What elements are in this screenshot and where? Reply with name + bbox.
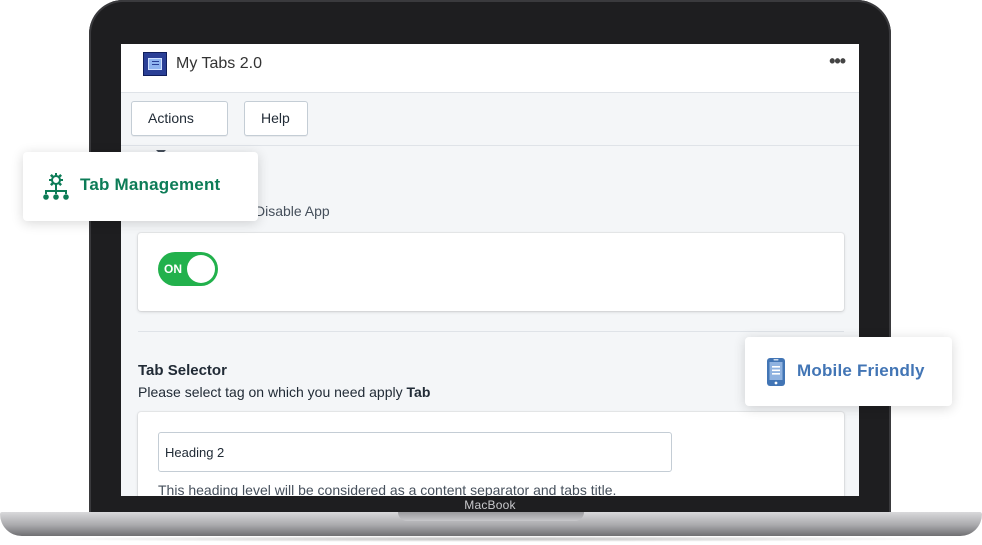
enable-section-label: Disable App	[255, 203, 330, 219]
laptop-shadow	[20, 536, 962, 542]
tab-selector-card: This heading level will be considered as…	[138, 412, 844, 496]
mobile-phone-icon	[767, 358, 785, 386]
mobile-friendly-badge: Mobile Friendly	[745, 337, 952, 406]
laptop-notch	[398, 512, 584, 521]
brand-label: MacBook	[464, 498, 516, 512]
more-options-icon[interactable]: •••	[829, 52, 846, 70]
hierarchy-gear-icon	[43, 173, 69, 200]
enable-app-toggle[interactable]: ON	[158, 252, 218, 286]
mobile-friendly-label: Mobile Friendly	[797, 361, 925, 380]
tab-management-badge: Tab Management	[23, 152, 258, 221]
heading-level-input[interactable]	[158, 432, 672, 472]
toolbar: Actions Help	[121, 93, 859, 155]
heading-help-text: This heading level will be considered as…	[158, 482, 617, 496]
app-header: My Tabs 2.0 •••	[121, 44, 859, 93]
tab-selector-description-bold: Tab	[406, 384, 431, 400]
tab-selector-description-text: Please select tag on which you need appl…	[138, 384, 407, 400]
actions-button[interactable]: Actions	[131, 101, 228, 155]
enable-app-card: ON	[138, 233, 844, 311]
tab-selector-description: Please select tag on which you need appl…	[138, 384, 430, 400]
actions-button-label: Actions	[148, 110, 194, 126]
section-divider	[138, 331, 844, 332]
tab-selector-title: Tab Selector	[138, 362, 227, 379]
tab-management-label: Tab Management	[80, 175, 221, 194]
app-screen: My Tabs 2.0 ••• Actions Help Disable App…	[121, 44, 859, 496]
app-title: My Tabs 2.0	[176, 55, 262, 72]
help-button-label: Help	[261, 110, 290, 126]
toggle-knob	[187, 255, 215, 283]
app-logo-icon	[143, 52, 167, 76]
toggle-state-label: ON	[164, 262, 182, 276]
help-button[interactable]: Help	[244, 101, 308, 136]
brand-bar: MacBook	[121, 496, 859, 512]
